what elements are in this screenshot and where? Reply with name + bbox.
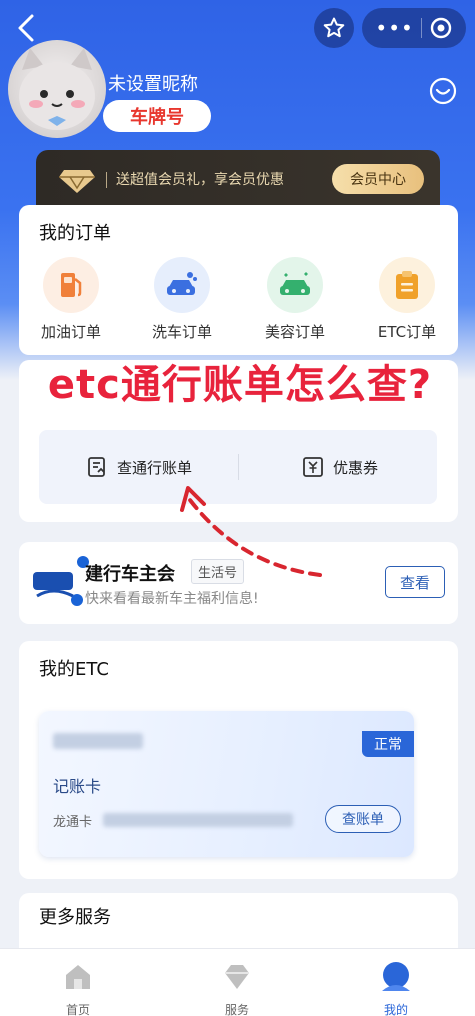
tab-service-label: 服务 [224, 1003, 249, 1016]
coupon-icon [303, 457, 323, 477]
home-icon [66, 965, 90, 989]
tab-profile[interactable]: 我的 [356, 959, 436, 1016]
dashed-arrow-annotation [180, 486, 322, 577]
wash-order-label: 洗车订单 [151, 323, 212, 341]
etc-clipboard-icon [396, 271, 418, 299]
etc-status-badge: 正常 [362, 731, 414, 757]
beauty-order-item[interactable]: 美容订单 [255, 257, 335, 342]
bill-list-icon [88, 457, 105, 477]
nickname-label[interactable]: 未设置昵称 [108, 70, 198, 96]
license-plate-badge[interactable]: 车牌号 [103, 100, 211, 132]
tab-profile-label: 我的 [383, 1003, 408, 1016]
blurred-card-number [103, 813, 293, 827]
beauty-order-label: 美容订单 [264, 323, 325, 341]
close-target-icon[interactable] [429, 16, 453, 40]
etc-order-label: ETC订单 [377, 323, 437, 341]
my-etc-card: 我的ETC 正常 记账卡 龙通卡 查账单 [19, 641, 458, 879]
cat-avatar-icon [19, 48, 95, 130]
my-etc-title: 我的ETC [39, 659, 109, 680]
favorite-button[interactable] [314, 8, 354, 48]
etc-order-item[interactable]: ETC订单 [367, 257, 447, 342]
capsule-divider [420, 18, 422, 38]
blurred-plate-number [53, 733, 143, 749]
coupon-label: 优惠券 [333, 458, 379, 477]
etc-account-type: 记账卡 [53, 777, 102, 796]
club-description: 快来看看最新车主福利信息! [85, 591, 259, 607]
chevron-left-icon [18, 14, 34, 42]
bottom-tab-bar: 首页 服务 我的 [0, 948, 475, 1016]
fuel-order-item[interactable]: 加油订单 [31, 257, 111, 342]
member-separator [106, 172, 107, 188]
orders-title: 我的订单 [39, 223, 111, 244]
club-view-button[interactable]: 查看 [385, 566, 445, 598]
profile-icon [382, 962, 410, 991]
my-orders-card: 我的订单 加油订单 洗车订单 美容订单 ETC订单 [19, 205, 458, 355]
etc-card-name: 龙通卡 [53, 815, 93, 830]
mini-program-capsule: ••• [362, 8, 466, 48]
more-menu-icon[interactable]: ••• [375, 18, 413, 38]
overlay-title: etc通行账单怎么查? [47, 362, 433, 408]
smile-face-icon [429, 77, 457, 105]
service-icon [225, 965, 249, 989]
fuel-pump-icon [61, 273, 82, 297]
star-icon [323, 17, 345, 38]
etc-order-icon-wrap [379, 257, 435, 313]
fuel-order-icon-wrap [43, 257, 99, 313]
avatar[interactable] [8, 40, 106, 138]
wash-order-icon-wrap [154, 257, 210, 313]
car-beauty-icon [280, 272, 310, 295]
beauty-order-icon-wrap [267, 257, 323, 313]
tab-service[interactable]: 服务 [197, 959, 277, 1016]
tab-home-label: 首页 [65, 1003, 90, 1016]
member-banner[interactable]: 送超值会员礼，享会员优惠 会员中心 [36, 150, 440, 210]
etc-account-card[interactable]: 正常 记账卡 龙通卡 查账单 [39, 711, 414, 857]
car-wash-icon [167, 272, 197, 295]
tab-home[interactable]: 首页 [38, 959, 118, 1016]
diamond-icon [59, 170, 95, 193]
bill-actions-divider [238, 454, 239, 480]
query-bill-label: 查通行账单 [117, 458, 193, 477]
more-services-title: 更多服务 [39, 907, 111, 928]
settings-button[interactable] [428, 76, 458, 106]
fuel-order-label: 加油订单 [40, 323, 101, 341]
member-center-button[interactable]: 会员中心 [332, 164, 424, 194]
back-button[interactable] [10, 10, 46, 46]
ccb-club-logo-icon [33, 556, 89, 606]
member-promo-text: 送超值会员礼，享会员优惠 [116, 172, 284, 188]
wash-order-item[interactable]: 洗车订单 [142, 257, 222, 342]
check-bill-button[interactable]: 查账单 [325, 805, 401, 833]
